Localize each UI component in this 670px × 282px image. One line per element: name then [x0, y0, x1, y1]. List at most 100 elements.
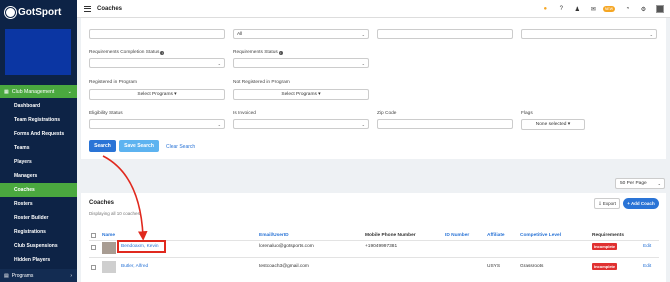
info-icon: i: [278, 50, 283, 55]
sidebar-item-label: Managers: [14, 173, 38, 179]
coach-name-link[interactable]: Butler, Alfred: [121, 264, 148, 269]
coach-level: Grassroots: [520, 264, 544, 269]
chevron-down-icon: ⌄: [361, 32, 365, 37]
coaches-count: Displaying all 10 coaches: [89, 211, 140, 216]
not-registered-programs-dropdown[interactable]: Select Programs ▾: [233, 89, 369, 100]
clear-search-link[interactable]: Clear Search: [166, 144, 195, 150]
sidebar-item-teams[interactable]: Teams: [0, 141, 77, 155]
column-header-id-number[interactable]: ID Number: [445, 233, 469, 238]
column-header-competitive-level[interactable]: Competitive Level: [520, 233, 561, 238]
role-status-value: All: [237, 31, 243, 37]
edit-link[interactable]: Edit: [643, 244, 651, 249]
avatar[interactable]: [656, 5, 664, 13]
coach-photo: [102, 242, 116, 254]
column-header-email[interactable]: Email/UserID: [259, 233, 289, 238]
sidebar-item-coaches[interactable]: Coaches: [0, 183, 77, 197]
sidebar-item-registrations[interactable]: Registrations: [0, 225, 77, 239]
mail-icon[interactable]: ✉: [590, 6, 597, 13]
role-status-select[interactable]: All ⌄: [233, 29, 369, 39]
sidebar-section-label: Club Management: [11, 88, 55, 95]
row-checkbox[interactable]: [91, 265, 96, 270]
column-header-name[interactable]: Name: [102, 233, 115, 238]
club-icon: ▦: [4, 88, 9, 95]
flags-label: Flags: [521, 111, 533, 116]
new-badge: NEW: [602, 6, 615, 12]
is-invoiced-label: Is Invoiced: [233, 111, 256, 116]
brand-name: GotSport: [18, 6, 62, 18]
requirements-status-label: Requirements Status i: [233, 50, 283, 55]
sidebar-section-programs[interactable]: ▤ Programs ›: [0, 269, 77, 282]
coach-email: lorenaluo@gotsports.com: [259, 244, 314, 249]
sidebar-section-club-management[interactable]: ▦ Club Management ⌄: [0, 85, 77, 98]
eligibility-status-select[interactable]: ⌄: [89, 119, 225, 129]
sidebar-item-team-registrations[interactable]: Team Registrations: [0, 113, 77, 127]
sidebar: GotSport ▦ Club Management ⌄ Dashboard T…: [0, 0, 77, 282]
sidebar-item-club-suspensions[interactable]: Club Suspensions: [0, 239, 77, 253]
sidebar-item-label: Dashboard: [14, 103, 41, 109]
registered-programs-dropdown[interactable]: Select Programs ▾: [89, 89, 225, 100]
column-header-affiliate[interactable]: Affiliate: [487, 233, 505, 238]
soccer-ball-icon: [5, 6, 16, 18]
question-icon[interactable]: ?: [558, 6, 565, 13]
chat-icon[interactable]: ◔: [624, 6, 631, 13]
registered-in-program-label: Registered in Program: [89, 80, 137, 85]
chevron-down-icon: ⌄: [361, 61, 365, 66]
requirements-status-select[interactable]: ⌄: [233, 58, 369, 68]
coach-photo-placeholder: [102, 261, 116, 273]
divider: [89, 240, 659, 241]
page-title: Coaches: [97, 5, 123, 12]
gear-icon[interactable]: ⚙: [640, 6, 647, 13]
chevron-right-icon: ›: [70, 272, 72, 279]
coaches-panel: Coaches Displaying all 10 coaches ⇩ Expor…: [81, 193, 666, 282]
per-page-select[interactable]: 50 Per Page ⌄: [615, 178, 665, 189]
sidebar-item-label: Registrations: [14, 229, 46, 235]
completed-form-select[interactable]: [377, 29, 513, 39]
column-header-phone: Mobile Phone Number: [365, 233, 416, 238]
sidebar-item-hidden-players[interactable]: Hidden Players: [0, 253, 77, 267]
not-completed-form-select[interactable]: ⌄: [521, 29, 657, 39]
zip-code-label: Zip Code: [377, 111, 397, 116]
save-search-button[interactable]: Save Search: [119, 140, 159, 152]
user-icon[interactable]: ♟: [574, 6, 581, 13]
sidebar-item-label: Club Suspensions: [14, 243, 58, 249]
export-button[interactable]: ⇩ Export: [594, 198, 620, 209]
gotsport-logo[interactable]: GotSport: [0, 0, 77, 24]
sidebar-item-players[interactable]: Players: [0, 155, 77, 169]
sidebar-item-rosters[interactable]: Rosters: [0, 197, 77, 211]
flags-dropdown[interactable]: None selected ▾: [521, 119, 585, 130]
chevron-down-icon: ⌄: [657, 181, 661, 186]
plus-icon: +: [627, 201, 630, 206]
export-label: Export: [602, 201, 616, 206]
coach-phone: +19049997381: [365, 244, 398, 249]
is-invoiced-select[interactable]: ⌄: [233, 119, 369, 129]
sidebar-item-roster-builder[interactable]: Roster Builder: [0, 211, 77, 225]
column-header-requirements: Requirements: [592, 233, 624, 238]
top-bar: Coaches ● ? ♟ ✉ NEW ◔ ⚙: [77, 0, 670, 18]
sidebar-item-managers[interactable]: Managers: [0, 169, 77, 183]
sidebar-item-dashboard[interactable]: Dashboard: [0, 99, 77, 113]
sidebar-item-forms-and-requests[interactable]: Forms And Requests: [0, 127, 77, 141]
per-page-value: 50 Per Page: [620, 181, 647, 186]
filter-panel: All ⌄ ⌄ Requirements Completion Status i ⌄…: [81, 18, 666, 159]
edit-link[interactable]: Edit: [643, 264, 651, 269]
divider: [89, 257, 659, 258]
select-all-checkbox[interactable]: [91, 233, 96, 238]
coin-icon[interactable]: ●: [542, 6, 549, 13]
row-checkbox[interactable]: [91, 245, 96, 250]
sidebar-item-label: Roster Builder: [14, 215, 49, 221]
zip-code-input[interactable]: [377, 119, 513, 129]
sidebar-item-label: Hidden Players: [14, 257, 51, 263]
annotation-highlight-box: [117, 240, 166, 253]
add-coach-button[interactable]: + Add Coach: [623, 198, 659, 209]
chevron-down-icon: ⌄: [649, 32, 653, 37]
programs-icon: ▤: [4, 272, 9, 279]
sidebar-item-label: Team Registrations: [14, 117, 61, 123]
label-text: Requirements Completion Status: [89, 50, 160, 55]
not-registered-in-program-label: Not Registered in Program: [233, 80, 290, 85]
coach-email: testcoach3@gmail.com: [259, 264, 309, 269]
requirements-completion-status-select[interactable]: ⌄: [89, 58, 225, 68]
requirements-completion-status-label: Requirements Completion Status i: [89, 50, 165, 55]
email-filter-input[interactable]: [89, 29, 225, 39]
search-button[interactable]: Search: [89, 140, 116, 152]
hamburger-icon[interactable]: [84, 5, 91, 12]
